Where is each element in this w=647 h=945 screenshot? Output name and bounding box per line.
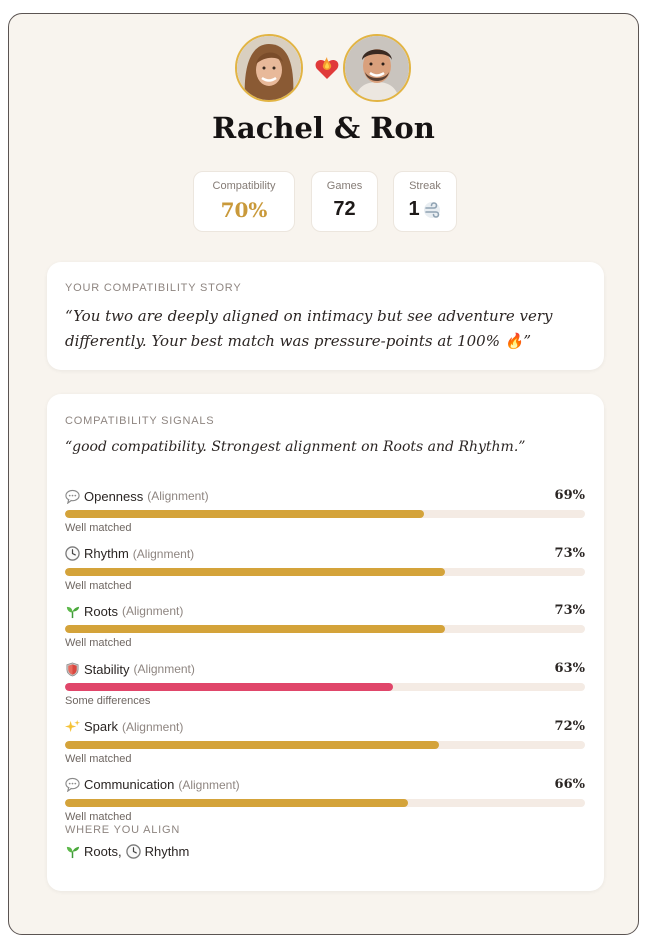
- stat-label: Compatibility: [212, 180, 276, 192]
- wind-icon: [423, 201, 440, 218]
- stat-value: 1: [408, 198, 420, 220]
- signal-type: (Alignment): [147, 489, 209, 503]
- sparkles-icon: [65, 719, 80, 734]
- align-list: Roots, Rhythm: [65, 844, 189, 859]
- signal-note: Some differences: [65, 695, 151, 708]
- signal-note: Well matched: [65, 522, 132, 534]
- signal-bar-fill: [65, 740, 440, 749]
- story-heading: YOUR COMPATIBILITY STORY: [65, 282, 242, 294]
- shield-icon: [65, 662, 80, 677]
- signal-percent: 73%: [554, 545, 585, 561]
- speech-bubble-icon: [65, 777, 80, 793]
- avatar-woman-icon: [237, 36, 301, 100]
- signal-header: Spark (Alignment): [65, 717, 183, 737]
- signal-bar-track: [65, 798, 585, 807]
- signal-name: Stability: [84, 661, 130, 677]
- stat-games: Games 72: [311, 171, 378, 232]
- signal-note: Well matched: [65, 637, 132, 650]
- signal-row: Rhythm (Alignment) 73% Well matched: [65, 544, 585, 594]
- signal-row: Stability (Alignment) 63% Some differences: [65, 659, 585, 709]
- signal-note: Well matched: [65, 810, 132, 823]
- stat-value: 72: [333, 198, 356, 220]
- seedling-icon: [65, 844, 80, 859]
- signal-bar-fill: [65, 510, 424, 518]
- stat-label: Games: [326, 180, 363, 192]
- couple-title: Rachel & Ron: [212, 111, 435, 145]
- avatar-ron[interactable]: [343, 34, 411, 102]
- signals-heading: COMPATIBILITY SIGNALS: [65, 415, 215, 427]
- signal-type: (Alignment): [132, 546, 195, 561]
- signal-bar-track: [65, 567, 585, 576]
- signals-summary: “good compatibility. Strongest alignment…: [65, 439, 526, 455]
- signal-type: (Alignment): [133, 662, 195, 677]
- stat-value: 70%: [220, 198, 268, 222]
- signal-percent: 66%: [554, 776, 585, 792]
- signal-row: Roots (Alignment) 73% Well matched: [65, 601, 585, 651]
- stat-value-wrap: 1: [408, 198, 441, 221]
- signal-percent: 69%: [554, 488, 585, 503]
- signal-row: Openness (Alignment) 69% Well matched: [65, 486, 585, 536]
- signal-bar-fill: [65, 625, 445, 634]
- avatar-row: [9, 34, 638, 104]
- stat-label: Streak: [409, 180, 441, 192]
- signal-percent: 72%: [554, 718, 585, 734]
- signal-row: Communication (Alignment) 66% Well matched: [65, 775, 585, 825]
- signal-name: Roots: [84, 603, 118, 619]
- align-item-label: Roots,: [84, 844, 122, 859]
- signal-bar-track: [65, 510, 585, 518]
- signals-card: COMPATIBILITY SIGNALS “good compatibilit…: [47, 394, 604, 891]
- stat-compatibility: Compatibility 70%: [193, 171, 295, 232]
- signal-name: Rhythm: [84, 546, 129, 562]
- story-quote: “You two are deeply aligned on intimacy …: [65, 307, 553, 350]
- stats-row: Compatibility 70% Games 72 Streak 1: [9, 171, 638, 233]
- signal-type: (Alignment): [178, 777, 240, 792]
- signal-header: Communication (Alignment): [65, 775, 240, 795]
- signal-header: Roots (Alignment): [65, 601, 183, 621]
- signal-note: Well matched: [65, 752, 132, 765]
- profile-card: Rachel & Ron Compatibility 70% Games 72 …: [8, 13, 639, 935]
- signal-name: Communication: [84, 777, 175, 792]
- signal-note: Well matched: [65, 579, 132, 592]
- signal-header: Openness (Alignment): [65, 486, 209, 506]
- stat-streak: Streak 1: [393, 171, 457, 232]
- align-item-label: Rhythm: [144, 844, 190, 859]
- avatar-man-icon: [345, 36, 409, 100]
- signal-name: Spark: [84, 719, 118, 735]
- seedling-icon: [65, 604, 80, 619]
- signal-header: Rhythm (Alignment): [65, 544, 194, 564]
- signal-percent: 73%: [554, 603, 585, 619]
- signal-type: (Alignment): [121, 604, 184, 619]
- avatar-rachel[interactable]: [235, 34, 303, 102]
- story-card: YOUR COMPATIBILITY STORY “You two are de…: [47, 262, 604, 370]
- signal-bar-fill: [65, 683, 393, 692]
- signal-row: Spark (Alignment) 72% Well matched: [65, 717, 585, 767]
- fiery-heart-icon: [315, 57, 339, 79]
- speech-bubble-icon: [65, 489, 80, 504]
- signal-bar-track: [65, 683, 585, 692]
- signal-name: Openness: [84, 488, 144, 504]
- clock-icon: [65, 546, 80, 561]
- signal-header: Stability (Alignment): [65, 659, 195, 679]
- signal-bar-fill: [65, 798, 409, 807]
- align-heading: WHERE YOU ALIGN: [65, 824, 181, 836]
- signal-bar-track: [65, 740, 585, 749]
- clock-icon: [125, 844, 141, 859]
- signal-type: (Alignment): [121, 719, 184, 734]
- signal-percent: 63%: [554, 661, 585, 677]
- signal-bar-fill: [65, 567, 445, 576]
- signal-bar-track: [65, 625, 585, 634]
